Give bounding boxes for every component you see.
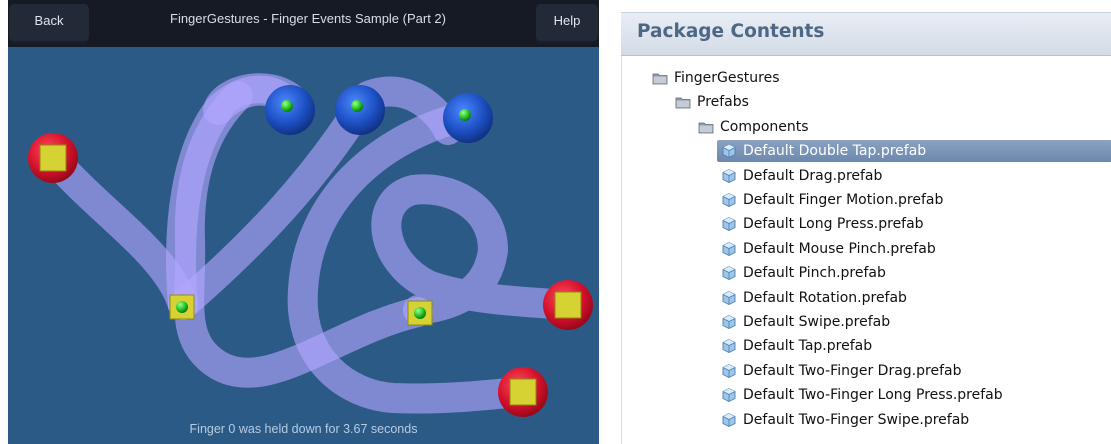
tree-file[interactable]: Default Pinch.prefab: [717, 262, 892, 284]
finger-events-sample-view[interactable]: Back FingerGestures - Finger Events Samp…: [8, 0, 599, 444]
prefab-cube-icon: [721, 143, 737, 159]
package-tree[interactable]: FingerGestures Prefabs Components Default D…: [621, 56, 1111, 444]
tree-file[interactable]: Default Drag.prefab: [717, 165, 888, 187]
tree-item-label: Default Two-Finger Long Press.prefab: [743, 387, 1003, 404]
tree-file[interactable]: Default Double Tap.prefab: [717, 140, 1111, 163]
tree-folder[interactable]: Components: [694, 116, 815, 138]
prefab-cube-icon: [721, 241, 737, 257]
folder-icon: [698, 119, 714, 135]
trail-1: [38, 143, 198, 320]
tree-file[interactable]: Default Two-Finger Drag.prefab: [717, 360, 967, 382]
finger-trails: [38, 73, 583, 414]
package-header: Package Contents: [621, 12, 1111, 56]
tree-file[interactable]: Default Finger Motion.prefab: [717, 189, 949, 211]
prefab-cube-icon: [721, 290, 737, 306]
tree-item-label: Default Tap.prefab: [743, 338, 873, 355]
folder-icon: [652, 70, 668, 86]
tree-item-label: Default Double Tap.prefab: [743, 143, 927, 160]
tree-item-label: Default Swipe.prefab: [743, 314, 891, 330]
finger-marker-2[interactable]: [407, 300, 433, 326]
blue-ball-1[interactable]: [265, 85, 315, 135]
blue-ball-3[interactable]: [443, 93, 493, 143]
tree-file[interactable]: Default Mouse Pinch.prefab: [717, 238, 942, 260]
tree-item-label: Default Long Press.prefab: [743, 216, 924, 233]
prefab-cube-icon: [721, 192, 737, 208]
tree-item-label: Components: [720, 118, 809, 135]
tree-item-label: Default Rotation.prefab: [743, 289, 907, 306]
prefab-cube-icon: [721, 338, 737, 354]
prefab-cube-icon: [721, 412, 737, 428]
tree-item-label: Default Mouse Pinch.prefab: [743, 240, 936, 257]
help-button[interactable]: Help: [536, 4, 598, 44]
trail-6: [371, 174, 583, 325]
tree-item-label: Default Two-Finger Swipe.prefab: [743, 411, 970, 428]
finger-marker-1[interactable]: [169, 294, 195, 320]
prefab-cube-icon: [721, 216, 737, 232]
sample-title: FingerGestures - Finger Events Sample (P…: [170, 11, 446, 26]
package-contents-panel: Package Contents FingerGestures Prefabs Co…: [621, 12, 1111, 444]
tree-file[interactable]: Default Long Press.prefab: [717, 213, 930, 235]
top-bar: Back FingerGestures - Finger Events Samp…: [8, 0, 599, 47]
red-ball-1[interactable]: [28, 133, 78, 183]
status-message: Finger 0 was held down for 3.67 seconds: [189, 422, 418, 436]
tree-item-label: Default Finger Motion.prefab: [743, 192, 944, 208]
prefab-cube-icon: [721, 168, 737, 184]
package-title: Package Contents: [637, 21, 825, 42]
prefab-cube-icon: [721, 265, 737, 281]
tree-file[interactable]: Default Rotation.prefab: [717, 287, 913, 309]
tree-item-label: Prefabs: [697, 94, 749, 111]
gesture-scene[interactable]: [8, 0, 599, 444]
prefab-cube-icon: [721, 363, 737, 379]
tree-file[interactable]: Default Two-Finger Swipe.prefab: [717, 409, 975, 431]
tree-folder[interactable]: Prefabs: [671, 91, 755, 113]
tree-file[interactable]: Default Tap.prefab: [717, 335, 878, 357]
tree-folder[interactable]: FingerGestures: [648, 67, 786, 89]
blue-ball-2[interactable]: [335, 85, 385, 135]
prefab-cube-icon: [721, 314, 737, 330]
red-ball-3[interactable]: [498, 367, 548, 417]
prefab-cube-icon: [721, 387, 737, 403]
back-button[interactable]: Back: [9, 4, 89, 44]
folder-icon: [675, 94, 691, 110]
tree-item-label: Default Drag.prefab: [743, 167, 883, 184]
red-ball-2[interactable]: [543, 280, 593, 330]
tree-item-label: FingerGestures: [674, 70, 780, 86]
tree-file[interactable]: Default Two-Finger Long Press.prefab: [717, 384, 1009, 406]
tree-item-label: Default Two-Finger Drag.prefab: [743, 362, 962, 379]
tree-item-label: Default Pinch.prefab: [743, 265, 886, 282]
tree-file[interactable]: Default Swipe.prefab: [717, 311, 896, 333]
